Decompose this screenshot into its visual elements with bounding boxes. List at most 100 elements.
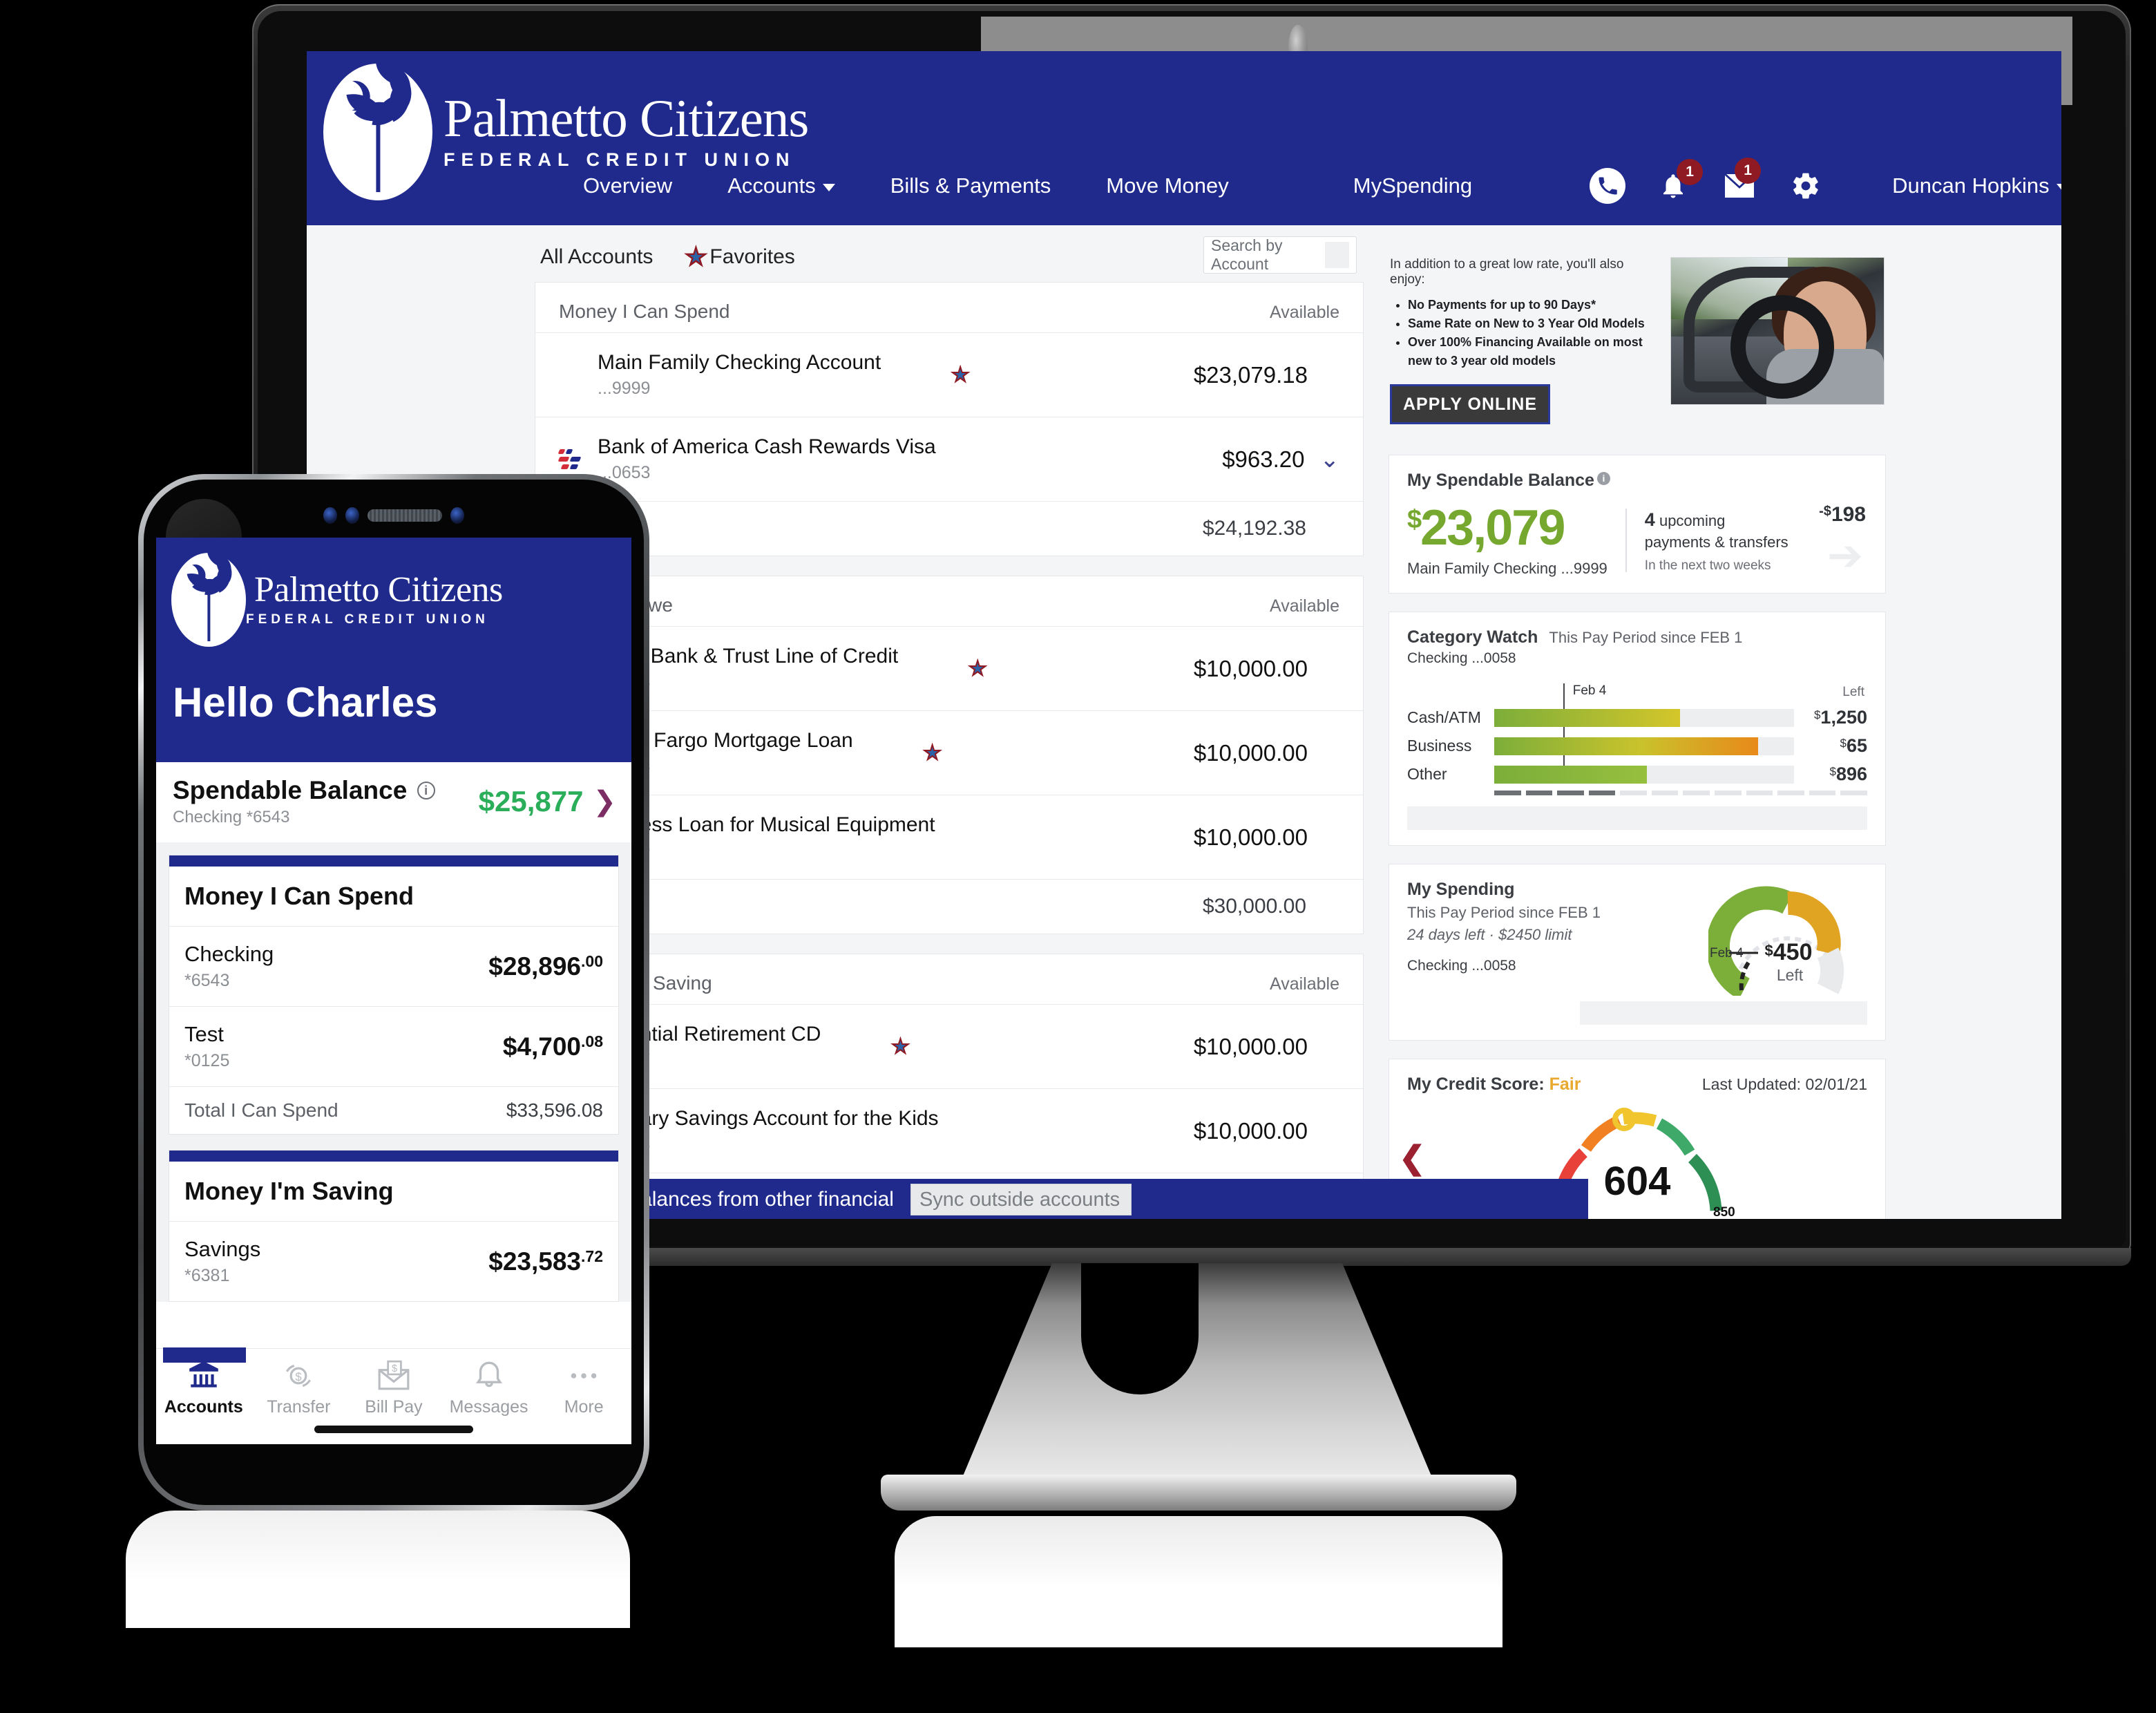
svg-text:$450: $450	[1765, 939, 1813, 965]
info-icon[interactable]: i	[417, 782, 435, 799]
card-account: Checking ...0058	[1407, 650, 1516, 666]
envelope-icon[interactable]: 1	[1721, 158, 1762, 205]
card-title: Money I Can Spend	[169, 867, 618, 927]
account-amount: $4,700.08	[503, 1032, 603, 1061]
mobile-phone: Palmetto Citizens FEDERAL CREDIT UNION H…	[126, 474, 649, 1628]
bar-label: Other	[1407, 765, 1447, 783]
bank-of-america-icon	[557, 448, 592, 471]
my-spending-card: My Spending This Pay Period since FEB 1 …	[1389, 864, 1886, 1041]
tab-transfer[interactable]: $ Transfer	[251, 1359, 347, 1417]
palmetto-tree-icon	[171, 549, 246, 647]
sync-outside-accounts-button[interactable]: Sync outside accounts	[910, 1184, 1132, 1215]
tab-favorites[interactable]: Favorites	[683, 245, 795, 269]
nav-item-overview[interactable]: Overview	[555, 173, 700, 198]
card-account: Checking ...0058	[1407, 958, 1516, 974]
group-available-label: Available	[1269, 303, 1339, 322]
bell-icon[interactable]: 1	[1654, 159, 1704, 205]
tab-messages[interactable]: Messages	[441, 1359, 537, 1417]
table-row[interactable]: Bank of America Cash Rewards Visa ...065…	[535, 417, 1363, 501]
table-row[interactable]: Primary Savings Account for the Kids ...…	[535, 1088, 1363, 1173]
bar-fill	[1494, 737, 1758, 755]
account-name: Bank of America Cash Rewards Visa	[598, 435, 936, 458]
bar-track	[1494, 708, 1794, 727]
phone-content: Money I Can Spend Checking *6543 $28,896…	[156, 842, 631, 1302]
card-title-text: My Spendable Balance	[1407, 471, 1594, 490]
amount-value: 23,079	[1420, 500, 1565, 556]
tab-bill-pay[interactable]: $ Bill Pay	[346, 1359, 441, 1417]
group-title: Money I Can Spend	[559, 301, 730, 322]
favorite-toggle[interactable]	[898, 658, 1057, 679]
nav-item-accounts[interactable]: Accounts	[700, 173, 863, 198]
table-row[interactable]: Unity Bank & Trust Line of Credit ...065…	[535, 626, 1363, 710]
widgets-column: In addition to a great low rate, you'll …	[1389, 245, 1886, 1219]
table-row[interactable]: Wells Fargo Mortgage Loan ...0058 $10,00…	[535, 710, 1363, 795]
card-title-text: My Credit Score:	[1407, 1075, 1545, 1094]
credit-updated: Last Updated: 02/01/21	[1701, 1075, 1867, 1093]
account-amount: $10,000.00	[1193, 739, 1308, 766]
credit-score-value: 604	[1603, 1159, 1671, 1204]
star-icon	[890, 1036, 910, 1055]
bill-pay-icon: $	[378, 1360, 410, 1390]
star-icon	[684, 245, 708, 267]
app-header: Palmetto Citizens FEDERAL CREDIT UNION O…	[307, 51, 2061, 225]
nav-label: MySpending	[1353, 173, 1473, 198]
card-accent-bar	[169, 855, 618, 867]
amount-dollars: $4,700	[502, 1032, 582, 1061]
table-row[interactable]: Main Family Checking Account ...9999 $23…	[535, 332, 1363, 417]
list-item[interactable]: Test *0125 $4,700.08	[169, 1007, 618, 1087]
envelope-badge: 1	[1735, 158, 1762, 184]
gear-icon[interactable]	[1787, 167, 1824, 205]
tab-accounts[interactable]: Accounts	[156, 1359, 251, 1417]
chevron-right-icon[interactable]: ❯	[593, 786, 616, 817]
phone-spendable-balance-row[interactable]: Spendable Balance i Checking *6543 $25,8…	[156, 762, 631, 842]
search-icon[interactable]	[1325, 242, 1349, 268]
user-name-label: Duncan Hopkins	[1892, 173, 2050, 198]
card-footer-strip	[1580, 1001, 1867, 1025]
account-amount: $23,079.18	[1193, 361, 1308, 388]
nav-item-myspending[interactable]: MySpending	[1326, 173, 1500, 198]
tab-more[interactable]: More	[536, 1359, 631, 1417]
today-marker-line	[1563, 683, 1565, 770]
money-transfer-watermark-icon: ➔	[1827, 532, 1863, 580]
account-name: Test	[184, 1022, 224, 1046]
bar-track	[1494, 737, 1794, 755]
apply-online-button[interactable]: APPLY ONLINE	[1390, 384, 1550, 424]
bar-fill	[1494, 765, 1648, 784]
amount-dollars: $28,896	[488, 952, 582, 981]
category-watch-card: Category Watch This Pay Period since FEB…	[1389, 612, 1886, 846]
phone-brand-logo: Palmetto Citizens FEDERAL CREDIT UNION	[156, 549, 631, 647]
greeting: Hello Charles	[173, 679, 438, 726]
tab-all-accounts[interactable]: All Accounts	[540, 245, 653, 269]
search-input[interactable]: Search by Account	[1203, 236, 1357, 274]
table-row[interactable]: Potential Retirement CD ...8817 $10,000.…	[535, 1004, 1363, 1088]
bar-value: $896	[1829, 764, 1867, 784]
user-menu[interactable]: Duncan Hopkins	[1892, 173, 2061, 198]
monitor-stand-base	[881, 1475, 1516, 1511]
bank-icon	[189, 1361, 218, 1388]
account-amount: $10,000.00	[1193, 1117, 1308, 1144]
earpiece-speaker-icon	[368, 509, 442, 522]
chevron-down-icon[interactable]: ⌄	[1320, 446, 1340, 473]
bar-row: Other $896	[1407, 764, 1867, 785]
favorite-toggle[interactable]	[821, 1036, 980, 1057]
bar-row: Business $65	[1407, 735, 1867, 757]
tab-label: Bill Pay	[365, 1397, 423, 1417]
phone-icon[interactable]	[1590, 168, 1626, 204]
accounts-column: All Accounts Favorites Search by Account	[535, 236, 1364, 1219]
favorite-toggle[interactable]	[881, 364, 1040, 386]
table-row[interactable]: Express Loan for Musical Equipment ...49…	[535, 795, 1363, 879]
card-title: My Credit Score: Fair	[1407, 1075, 1581, 1095]
bar-row: Cash/ATM $1,250	[1407, 707, 1867, 728]
phone-header: Palmetto Citizens FEDERAL CREDIT UNION H…	[156, 538, 631, 762]
list-item[interactable]: Checking *6543 $28,896.00	[169, 927, 618, 1007]
ad-bullets: No Payments for up to 90 Days* Same Rate…	[1408, 296, 1658, 370]
proximity-sensor-icon	[323, 507, 337, 524]
account-number: ...9999	[598, 379, 651, 398]
info-icon[interactable]: i	[1596, 472, 1610, 485]
list-item[interactable]: Savings *6381 $23,583.72	[169, 1222, 618, 1301]
group-total: $24,192.38	[535, 501, 1363, 556]
favorite-toggle[interactable]	[853, 742, 1012, 764]
nav-item-bills-payments[interactable]: Bills & Payments	[863, 173, 1079, 198]
carousel-prev-button[interactable]: ❮	[1399, 1139, 1426, 1176]
nav-item-move-money[interactable]: Move Money	[1078, 173, 1256, 198]
